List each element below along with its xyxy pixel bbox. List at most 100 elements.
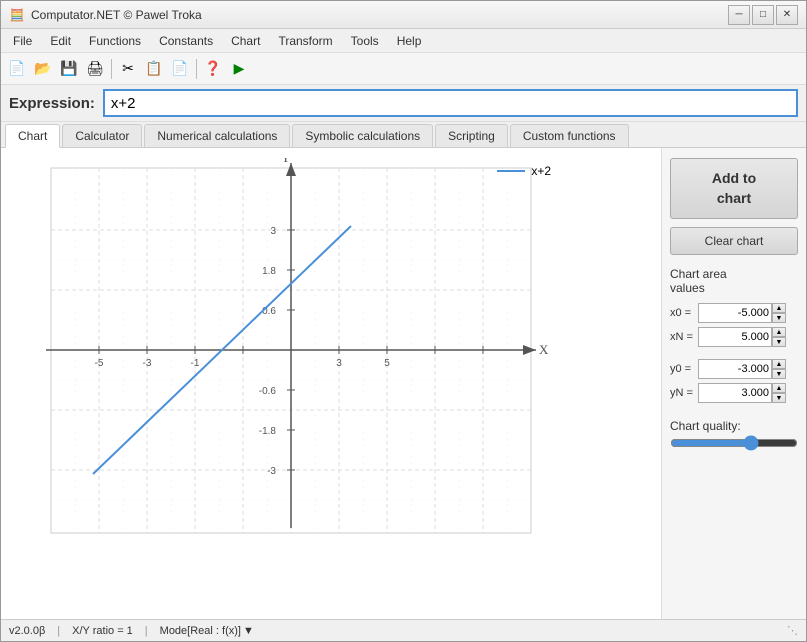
menu-constants[interactable]: Constants — [151, 31, 221, 51]
maximize-button[interactable]: □ — [752, 5, 774, 25]
yN-down-button[interactable]: ▼ — [772, 393, 786, 403]
yN-spinners: ▲ ▼ — [772, 383, 786, 403]
expression-bar: Expression: — [1, 85, 806, 122]
print-button[interactable]: 🖨 — [83, 57, 107, 81]
legend-label: x+2 — [531, 164, 551, 178]
chart-area-title: Chart areavalues — [670, 267, 798, 295]
yN-input[interactable] — [698, 383, 772, 403]
cut-button[interactable]: ✂ — [116, 57, 140, 81]
tab-symbolic[interactable]: Symbolic calculations — [292, 124, 433, 147]
status-sep-2: | — [145, 625, 148, 637]
chart-quality-label: Chart quality: — [670, 419, 798, 433]
status-bar: v2.0.0β | X/Y ratio = 1 | Mode[Real : f(… — [1, 619, 806, 641]
chart-quality-slider-track — [670, 433, 798, 453]
svg-text:3: 3 — [270, 226, 276, 237]
xN-input[interactable] — [698, 327, 772, 347]
version-label: v2.0.0β — [9, 625, 45, 637]
title-controls: ─ □ ✕ — [728, 5, 798, 25]
copy-button[interactable]: 📋 — [142, 57, 166, 81]
xN-spinners: ▲ ▼ — [772, 327, 786, 347]
chart-legend: x+2 — [497, 164, 551, 178]
menu-edit[interactable]: Edit — [42, 31, 79, 51]
status-sep-1: | — [57, 625, 60, 637]
xN-up-button[interactable]: ▲ — [772, 327, 786, 337]
menu-file[interactable]: File — [5, 31, 40, 51]
expression-input[interactable] — [103, 89, 798, 117]
x0-down-button[interactable]: ▼ — [772, 313, 786, 323]
toolbar-separator-1 — [111, 59, 112, 79]
toolbar: 📄 📂 💾 🖨 ✂ 📋 📄 ❓ ▶ — [1, 53, 806, 85]
main-window: 🧮 Computator.NET © Pawel Troka ─ □ ✕ Fil… — [0, 0, 807, 642]
resize-grip-icon: ⋱ — [787, 624, 798, 637]
title-bar-left: 🧮 Computator.NET © Pawel Troka — [9, 7, 202, 23]
mode-chevron-icon: ▼ — [243, 625, 254, 637]
y0-down-button[interactable]: ▼ — [772, 369, 786, 379]
svg-text:0.6: 0.6 — [262, 306, 276, 317]
x0-up-button[interactable]: ▲ — [772, 303, 786, 313]
paste-button[interactable]: 📄 — [168, 57, 192, 81]
y0-label: y0 = — [670, 363, 698, 375]
svg-text:X: X — [539, 342, 549, 357]
toolbar-separator-2 — [196, 59, 197, 79]
tabs-bar: Chart Calculator Numerical calculations … — [1, 122, 806, 148]
menu-bar: File Edit Functions Constants Chart Tran… — [1, 29, 806, 53]
add-to-chart-label: Add tochart — [712, 170, 756, 206]
svg-text:-3: -3 — [267, 466, 276, 477]
y0-input[interactable] — [698, 359, 772, 379]
window-title: Computator.NET © Pawel Troka — [31, 8, 202, 22]
mode-label: Mode[Real : f(x)] — [160, 625, 241, 637]
tab-calculator[interactable]: Calculator — [62, 124, 142, 147]
open-button[interactable]: 📂 — [31, 57, 55, 81]
x0-label: x0 = — [670, 307, 698, 319]
tab-chart[interactable]: Chart — [5, 124, 60, 148]
svg-text:-1.8: -1.8 — [259, 426, 277, 437]
minimize-button[interactable]: ─ — [728, 5, 750, 25]
y0-field: y0 = ▲ ▼ — [670, 359, 798, 379]
menu-chart[interactable]: Chart — [223, 31, 268, 51]
x0-field: x0 = ▲ ▼ — [670, 303, 798, 323]
svg-text:Y: Y — [281, 158, 291, 165]
y0-spinners: ▲ ▼ — [772, 359, 786, 379]
svg-text:-1: -1 — [191, 358, 200, 369]
menu-help[interactable]: Help — [389, 31, 430, 51]
new-button[interactable]: 📄 — [5, 57, 29, 81]
clear-chart-button[interactable]: Clear chart — [670, 227, 798, 255]
menu-functions[interactable]: Functions — [81, 31, 149, 51]
y0-up-button[interactable]: ▲ — [772, 359, 786, 369]
xN-label: xN = — [670, 331, 698, 343]
x0-spinners: ▲ ▼ — [772, 303, 786, 323]
expression-label: Expression: — [9, 95, 95, 112]
svg-text:-3: -3 — [143, 358, 152, 369]
chart-quality-slider[interactable] — [670, 435, 798, 451]
tab-scripting[interactable]: Scripting — [435, 124, 508, 147]
chart-quality-section: Chart quality: — [670, 415, 798, 453]
tab-custom-functions[interactable]: Custom functions — [510, 124, 629, 147]
save-button[interactable]: 💾 — [57, 57, 81, 81]
chart-area: x+2 — [1, 148, 661, 619]
ratio-label: X/Y ratio = 1 — [72, 625, 133, 637]
close-button[interactable]: ✕ — [776, 5, 798, 25]
app-icon: 🧮 — [9, 7, 25, 23]
menu-transform[interactable]: Transform — [270, 31, 340, 51]
tab-numerical[interactable]: Numerical calculations — [144, 124, 290, 147]
svg-text:1.8: 1.8 — [262, 266, 276, 277]
svg-text:-0.6: -0.6 — [259, 386, 277, 397]
svg-text:3: 3 — [336, 358, 342, 369]
yN-up-button[interactable]: ▲ — [772, 383, 786, 393]
main-content: x+2 — [1, 148, 806, 619]
yN-label: yN = — [670, 387, 698, 399]
run-button[interactable]: ▶ — [227, 57, 251, 81]
menu-tools[interactable]: Tools — [343, 31, 387, 51]
yN-field: yN = ▲ ▼ — [670, 383, 798, 403]
mode-button[interactable]: Mode[Real : f(x)] ▼ — [160, 625, 254, 637]
xN-field: xN = ▲ ▼ — [670, 327, 798, 347]
svg-text:-5: -5 — [95, 358, 104, 369]
chart-area-values-section: Chart areavalues x0 = ▲ ▼ xN = — [670, 263, 798, 407]
chart-svg: X Y 3 1.8 0.6 -0.6 -1.8 -3 -5 -3 -1 — [11, 158, 551, 553]
x0-input[interactable] — [698, 303, 772, 323]
svg-text:5: 5 — [384, 358, 390, 369]
legend-line — [497, 170, 525, 172]
help-button[interactable]: ❓ — [201, 57, 225, 81]
xN-down-button[interactable]: ▼ — [772, 337, 786, 347]
add-to-chart-button[interactable]: Add tochart — [670, 158, 798, 219]
